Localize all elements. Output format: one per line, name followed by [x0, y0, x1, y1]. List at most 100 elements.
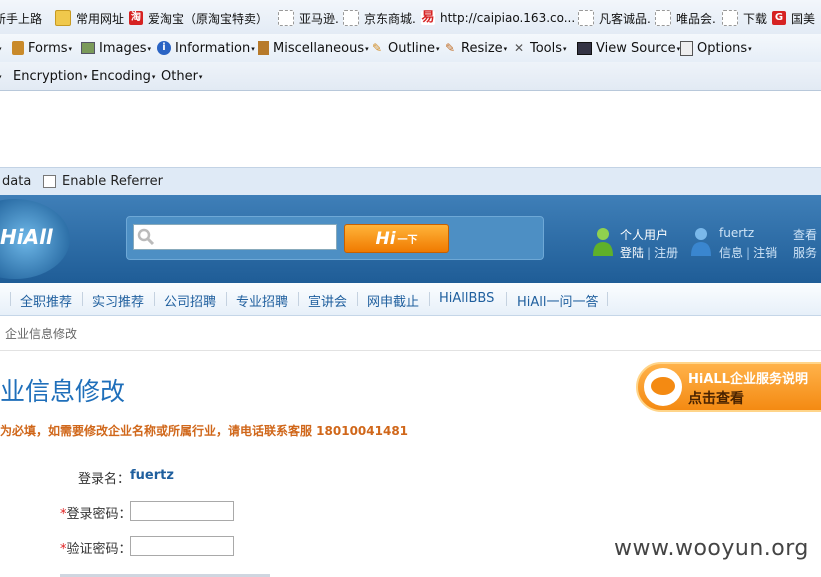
service-banner-title: HiALL企业服务说明: [688, 372, 808, 387]
information-menu[interactable]: i Information ▾: [157, 40, 255, 56]
bookmark-item[interactable]: 亚马逊.: [278, 9, 339, 27]
confirm-password-input[interactable]: [130, 536, 234, 556]
personal-user-icon: [593, 228, 613, 256]
toolbar-overflow-caret[interactable]: ▾: [0, 68, 2, 84]
nav-separator: [226, 292, 227, 306]
logout-link[interactable]: 注销: [753, 246, 777, 260]
hiall-logo[interactable]: HiAll: [0, 199, 70, 279]
nav-item-seminars[interactable]: 宣讲会: [308, 291, 347, 310]
nav-separator: [607, 292, 608, 306]
personal-user-title: 个人用户: [620, 228, 669, 242]
blank-panel: [0, 91, 821, 167]
nav-separator: [154, 292, 155, 306]
bookmark-item[interactable]: 京东商城.: [343, 9, 416, 27]
nav-separator: [82, 292, 83, 306]
clipboard-icon: [12, 41, 24, 55]
options-icon: [680, 40, 693, 56]
search-icon: [137, 228, 155, 246]
main-nav: 全职推荐 实习推荐 公司招聘 专业招聘 宣讲会 网申截止 HiAllBBS Hi…: [0, 283, 821, 316]
service-banner[interactable]: HiALL企业服务说明 点击查看: [636, 362, 821, 412]
nav-separator: [298, 292, 299, 306]
nav-separator: [429, 292, 430, 306]
view-link[interactable]: 查看: [793, 226, 817, 243]
ruler-icon: ✎: [444, 41, 456, 55]
nav-item-deadline[interactable]: 网申截止: [367, 291, 419, 310]
nav-item-professional-jobs[interactable]: 专业招聘: [236, 291, 288, 310]
gome-icon: G: [772, 11, 786, 25]
nav-item-fulltime[interactable]: 全职推荐: [20, 291, 72, 310]
breadcrumb-current: 企业信息修改: [5, 327, 78, 341]
post-data-label: data: [2, 174, 32, 189]
service-link[interactable]: 服务: [793, 244, 817, 261]
miscellaneous-menu[interactable]: Miscellaneous ▾: [258, 40, 369, 56]
password-label: *登录密码：: [60, 507, 132, 522]
image-icon: [81, 42, 95, 54]
page-title: 业信息修改: [0, 377, 126, 406]
login-link[interactable]: 登陆: [620, 246, 644, 260]
register-link[interactable]: 注册: [654, 246, 678, 260]
login-name-label: 登录名：: [78, 472, 131, 487]
bookmark-item[interactable]: G 国美: [772, 9, 815, 27]
bookmark-item[interactable]: 易 http://caipiao.163.co...: [421, 9, 575, 27]
monitor-icon: [577, 41, 592, 55]
chat-bubble-icon: [644, 368, 682, 406]
password-input[interactable]: [130, 501, 234, 521]
netease-icon: 易: [421, 10, 435, 25]
bookmark-item[interactable]: 唯品会.: [655, 9, 716, 27]
toolbar-overflow-caret[interactable]: ▾: [0, 40, 2, 56]
nav-separator: [506, 292, 507, 306]
tools-menu[interactable]: ✕ Tools ▾: [512, 40, 567, 56]
pencil-icon: ✎: [371, 41, 383, 55]
nav-item-internship[interactable]: 实习推荐: [92, 291, 144, 310]
folder-icon: [55, 10, 71, 26]
nav-separator: [10, 292, 11, 306]
options-menu[interactable]: Options ▾: [680, 40, 752, 56]
images-menu[interactable]: Images ▾: [81, 40, 151, 56]
watermark: www.wooyun.org: [614, 536, 809, 561]
nav-separator: [357, 292, 358, 306]
forms-menu[interactable]: Forms ▾: [12, 40, 72, 56]
nav-item-company-jobs[interactable]: 公司招聘: [164, 291, 216, 310]
resize-menu[interactable]: ✎ Resize ▾: [443, 40, 507, 56]
bookmark-item[interactable]: 下载: [722, 9, 767, 27]
partial-form-row: [60, 568, 270, 577]
other-menu[interactable]: Other ▾: [161, 68, 202, 84]
view-source-menu[interactable]: View Source ▾: [577, 40, 680, 56]
info-link[interactable]: 信息: [719, 246, 743, 260]
page-icon: [655, 10, 671, 26]
required-notice: 为必填，如需要修改企业名称或所属行业，请电话联系客服 18010041481: [0, 424, 409, 438]
confirm-password-label: *验证密码：: [60, 542, 132, 557]
encryption-menu[interactable]: Encryption ▾: [13, 68, 87, 84]
referrer-bar: data Enable Referrer: [0, 167, 821, 195]
enable-referrer-checkbox[interactable]: Enable Referrer: [43, 174, 163, 189]
checkbox-icon[interactable]: [43, 175, 56, 188]
web-developer-toolbar-row2: ▾ Encryption▾ Encoding▾ Other▾: [0, 62, 821, 91]
page-icon: [278, 10, 294, 26]
search-input[interactable]: [133, 224, 337, 250]
enterprise-user-icon: [691, 228, 711, 256]
info-icon: i: [157, 41, 171, 55]
personal-user-links: 登陆 | 注册: [620, 246, 679, 260]
book-icon: [258, 41, 269, 55]
bookmark-item[interactable]: 淘爱淘宝（原淘宝特卖）: [129, 9, 268, 27]
taobao-icon: 淘: [129, 11, 143, 25]
encoding-menu[interactable]: Encoding ▾: [91, 68, 155, 84]
web-developer-toolbar: ▾ Forms▾ Images▾ iInformation▾ Miscellan…: [0, 34, 821, 62]
login-name-value: fuertz: [130, 468, 174, 483]
user-links: 信息 | 注销: [719, 246, 778, 260]
hi-search-button[interactable]: Hi 一下: [344, 224, 449, 253]
page-icon: [578, 10, 594, 26]
nav-item-bbs[interactable]: HiAllBBS: [439, 291, 494, 306]
bookmark-item[interactable]: 凡客诚品.: [578, 9, 651, 27]
page-icon: [722, 10, 738, 26]
service-banner-action: 点击查看: [688, 391, 744, 407]
page-icon: [343, 10, 359, 26]
outline-menu[interactable]: ✎ Outline ▾: [370, 40, 440, 56]
bookmark-item[interactable]: 新手上路: [0, 9, 42, 27]
nav-item-qa[interactable]: HiAll一问一答: [517, 291, 599, 310]
username[interactable]: fuertz: [719, 226, 754, 240]
bookmarks-bar: 新手上路 常用网址 淘爱淘宝（原淘宝特卖） 亚马逊. 京东商城. 易 http:/…: [0, 0, 821, 34]
logo-text: HiAll: [0, 225, 53, 249]
bookmark-item[interactable]: 常用网址: [55, 9, 124, 27]
breadcrumb: 企业信息修改: [0, 316, 821, 351]
